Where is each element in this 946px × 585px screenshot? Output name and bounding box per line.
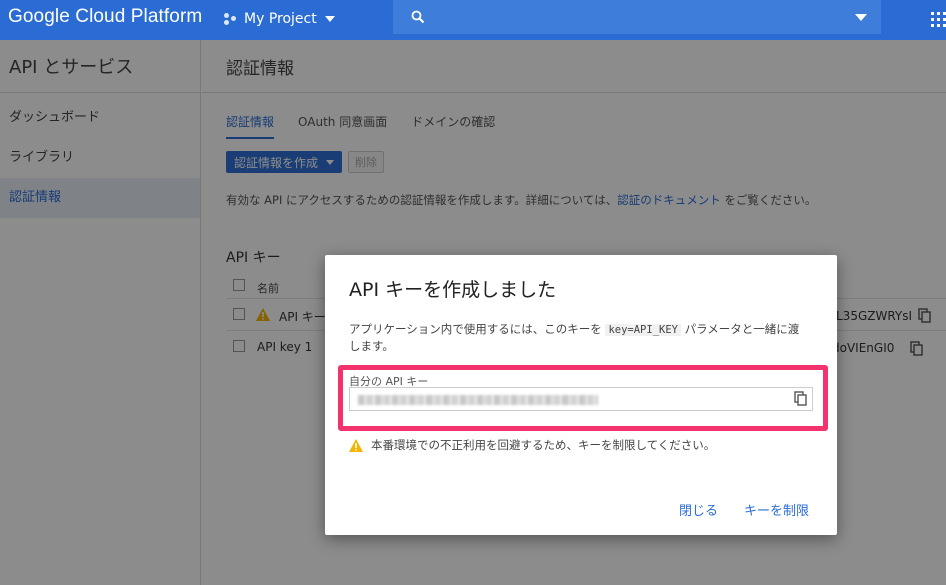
warning-icon — [349, 438, 363, 452]
dialog-description: アプリケーション内で使用するには、このキーを key=API_KEY パラメータ… — [349, 321, 809, 354]
api-key-field[interactable] — [349, 387, 813, 411]
key-param-code: key=API_KEY — [605, 324, 681, 336]
copy-icon[interactable] — [794, 391, 808, 407]
api-key-value-redacted — [358, 395, 598, 405]
close-button[interactable]: 閉じる — [679, 500, 718, 519]
search-dropdown-icon[interactable] — [855, 14, 867, 21]
restrict-key-button[interactable]: キーを制限 — [744, 500, 809, 519]
project-icon — [224, 12, 238, 26]
dialog-text-pre: アプリケーション内で使用するには、このキーを — [349, 322, 606, 336]
search-bar[interactable] — [393, 0, 881, 34]
api-key-created-dialog: API キーを作成しました アプリケーション内で使用するには、このキーを key… — [325, 255, 837, 535]
apps-grid-icon[interactable] — [931, 12, 946, 27]
project-selector[interactable]: My Project — [224, 9, 335, 29]
restrict-warning: 本番環境での不正利用を回避するため、キーを制限してください。 — [349, 437, 715, 453]
chevron-down-icon — [324, 16, 335, 22]
search-icon — [411, 10, 425, 24]
dialog-title: API キーを作成しました — [349, 279, 557, 301]
app-logo[interactable]: Google Cloud Platform — [8, 6, 202, 28]
project-name: My Project — [244, 11, 317, 27]
restrict-warning-text: 本番環境での不正利用を回避するため、キーを制限してください。 — [371, 438, 716, 452]
top-bar: Google Cloud Platform My Project — [0, 0, 946, 40]
